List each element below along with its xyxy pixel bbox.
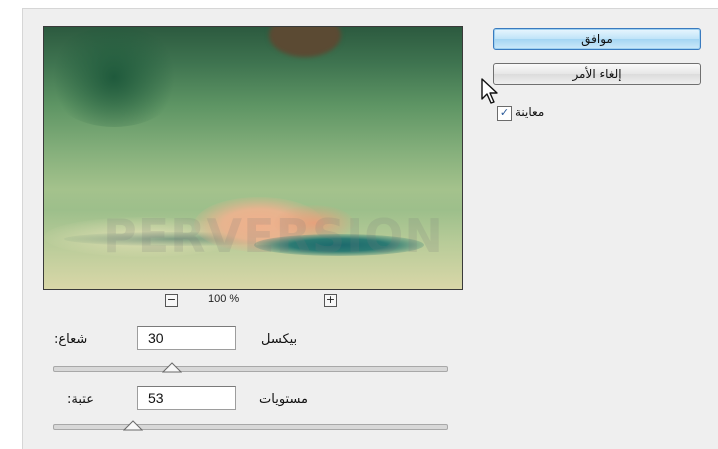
dialog: PERVERSION − 100 % + موافق إلغاء الأمر ✓…: [22, 8, 718, 449]
zoom-level: 100 %: [208, 293, 240, 305]
threshold-label: :عتبة: [67, 392, 94, 407]
cancel-button[interactable]: إلغاء الأمر: [493, 63, 701, 85]
preview-blob: [254, 234, 424, 256]
threshold-unit: مستويات: [259, 392, 309, 407]
ok-button[interactable]: موافق: [493, 28, 701, 50]
radius-label: :شعاع: [54, 332, 88, 347]
radius-slider[interactable]: [53, 362, 448, 373]
preview-label: معاينة: [515, 105, 545, 119]
mouse-cursor-icon: [481, 78, 503, 110]
preview-image[interactable]: [43, 26, 463, 290]
threshold-input[interactable]: 53: [137, 386, 236, 410]
preview-blob: [44, 27, 184, 127]
radius-input[interactable]: 30: [137, 326, 236, 350]
preview-blob: [269, 27, 341, 57]
zoom-in-icon[interactable]: +: [324, 294, 337, 307]
radius-unit: بيكسل: [261, 332, 298, 347]
zoom-out-icon[interactable]: −: [165, 294, 178, 307]
threshold-slider[interactable]: [53, 420, 448, 431]
